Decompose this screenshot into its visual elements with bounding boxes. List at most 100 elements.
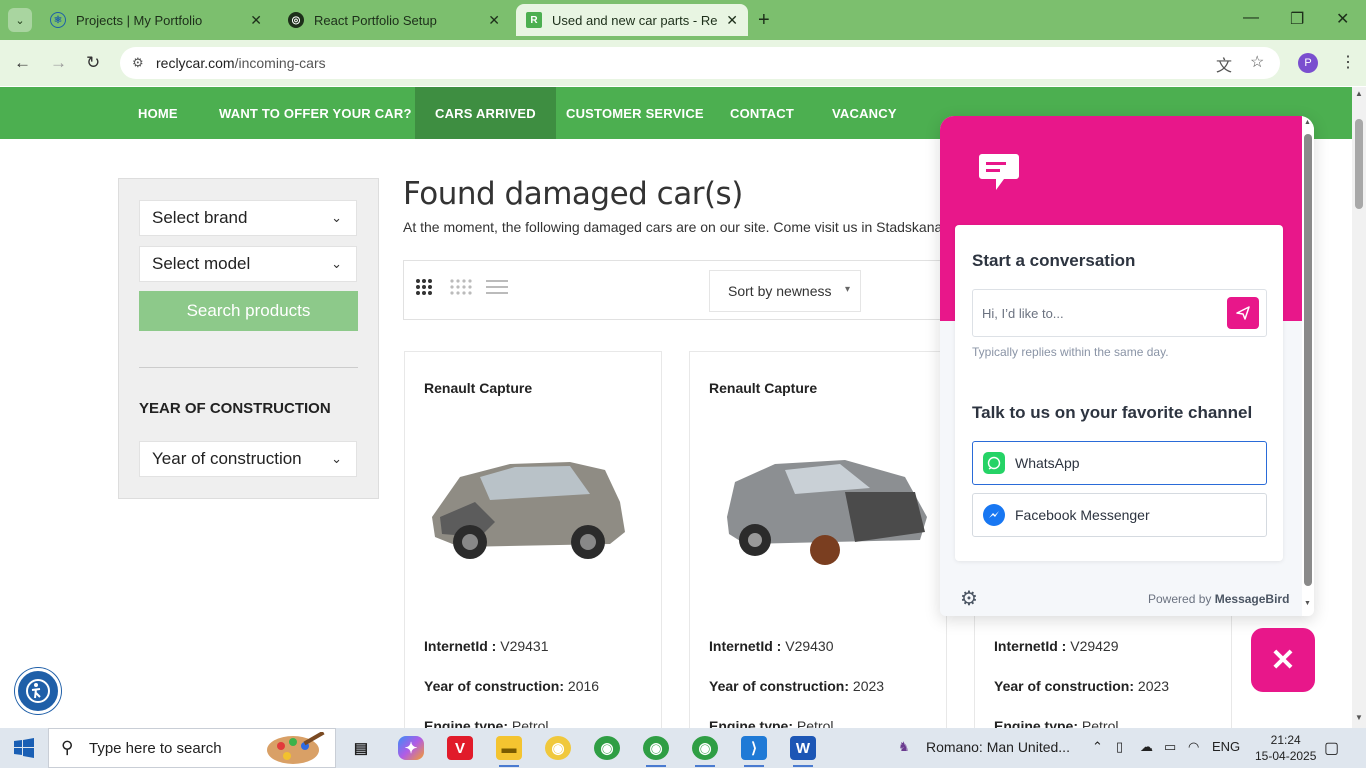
model-select[interactable]: Select model ⌄ xyxy=(139,246,357,282)
grid-3-view-icon[interactable] xyxy=(416,279,432,300)
onedrive-icon[interactable]: ☁ xyxy=(1140,739,1153,755)
url-host: reclycar.com xyxy=(156,55,235,71)
list-view-icon[interactable] xyxy=(486,279,508,300)
internet-id-value: V29429 xyxy=(1070,638,1119,654)
sort-select[interactable]: Sort by newness ▾ xyxy=(709,270,861,312)
scroll-up-icon[interactable]: ▲ xyxy=(1355,89,1363,98)
internet-id-value: V29430 xyxy=(785,638,834,654)
restore-icon[interactable]: ❐ xyxy=(1290,9,1304,29)
nav-vacancy[interactable]: VACANCY xyxy=(832,87,897,139)
close-window-icon[interactable]: ✕ xyxy=(1336,9,1349,29)
copilot-icon[interactable]: ✦ xyxy=(398,736,424,760)
tab-react-setup[interactable]: ◎ React Portfolio Setup ✕ xyxy=(278,4,510,36)
clock-date: 15-04-2025 xyxy=(1255,749,1317,763)
year-value: 2016 xyxy=(567,678,600,694)
taskbar-search-box[interactable]: ⚲ Type here to search xyxy=(48,728,336,768)
wifi-icon[interactable]: ◠ xyxy=(1188,739,1199,755)
scroll-up-icon[interactable]: ▲ xyxy=(1304,119,1311,126)
scroll-down-icon[interactable]: ▼ xyxy=(1355,713,1363,722)
accessibility-icon xyxy=(26,679,50,703)
messagebird-logo-icon xyxy=(979,154,1019,190)
battery-icon[interactable]: ▭ xyxy=(1164,739,1176,755)
browser-tab-strip: ⌄ ⚛ Projects | My Portfolio ✕ ◎ React Po… xyxy=(0,0,1366,40)
tab-reclycar[interactable]: R Used and new car parts - Reclyc ✕ xyxy=(516,4,748,36)
vscode-icon[interactable]: ⟩ xyxy=(741,736,767,767)
whatsapp-channel-button[interactable]: WhatsApp xyxy=(972,441,1267,485)
conversation-card: Start a conversation Hi, I’d like to... … xyxy=(955,225,1283,561)
close-chat-button[interactable]: ✕ xyxy=(1251,628,1315,692)
news-icon[interactable]: ♞ xyxy=(898,739,910,755)
send-button[interactable] xyxy=(1227,297,1259,329)
nav-home[interactable]: HOME xyxy=(138,87,178,139)
chat-scrollbar[interactable]: ▲ ▼ xyxy=(1302,116,1314,616)
word-icon[interactable]: W xyxy=(790,736,816,767)
close-tab-icon[interactable]: ✕ xyxy=(488,12,500,29)
site-settings-icon[interactable]: ⚙ xyxy=(132,55,144,71)
profile-avatar[interactable]: P xyxy=(1298,53,1318,73)
close-tab-icon[interactable]: ✕ xyxy=(250,12,262,29)
url-bar[interactable]: ⚙ reclycar.com/incoming-cars xyxy=(120,47,1280,79)
language-indicator[interactable]: ENG xyxy=(1212,739,1240,754)
minimize-icon[interactable]: — xyxy=(1243,9,1259,27)
meet-now-icon[interactable]: ▯ xyxy=(1116,739,1123,755)
product-name[interactable]: Renault Capture xyxy=(424,380,532,396)
grid-4-view-icon[interactable] xyxy=(450,279,472,300)
chrome-icon[interactable]: ◉ xyxy=(594,736,620,760)
clock[interactable]: 21:24 15-04-2025 xyxy=(1255,732,1316,764)
scrollbar-thumb[interactable] xyxy=(1355,119,1363,209)
settings-gear-icon[interactable]: ⚙ xyxy=(960,586,978,611)
product-card[interactable]: Renault Capture InternetId : V29430 Year… xyxy=(689,351,947,741)
chat-widget: Start a conversation Hi, I’d like to... … xyxy=(940,116,1314,616)
divider xyxy=(139,367,358,368)
new-tab-plus-icon[interactable]: + xyxy=(758,9,770,32)
product-name[interactable]: Renault Capture xyxy=(709,380,817,396)
tab-search-icon[interactable]: ⌄ xyxy=(8,8,32,32)
product-card[interactable]: Renault Capture InternetId : V29431 Year… xyxy=(404,351,662,741)
translate-icon[interactable]: 文 xyxy=(1216,52,1232,76)
file-explorer-icon[interactable]: ▬ xyxy=(496,736,522,767)
scrollbar-thumb[interactable] xyxy=(1304,134,1312,586)
scroll-down-icon[interactable]: ▼ xyxy=(1304,600,1311,607)
news-widget[interactable]: Romano: Man United... xyxy=(926,739,1070,755)
year-label: Year of construction: xyxy=(709,678,850,694)
accessibility-button[interactable] xyxy=(15,668,61,714)
notification-icon[interactable]: ▢ xyxy=(1324,738,1339,758)
taskbar-search-placeholder: Type here to search xyxy=(89,739,222,757)
nav-offer-car[interactable]: WANT TO OFFER YOUR CAR? xyxy=(219,87,412,139)
nav-contact[interactable]: CONTACT xyxy=(730,87,794,139)
chevron-down-icon: ⌄ xyxy=(331,210,342,225)
browser-icon[interactable]: ◉ xyxy=(545,736,571,760)
powered-prefix: Powered by xyxy=(1148,592,1212,606)
back-arrow-icon[interactable]: ← xyxy=(14,53,31,73)
task-view-icon[interactable]: ▤ xyxy=(348,736,374,760)
tab-projects[interactable]: ⚛ Projects | My Portfolio ✕ xyxy=(40,4,272,36)
bookmark-star-icon[interactable]: ☆ xyxy=(1250,52,1264,72)
page-scrollbar[interactable]: ▲ ▼ xyxy=(1352,87,1366,728)
brand-select[interactable]: Select brand ⌄ xyxy=(139,200,357,236)
reload-icon[interactable]: ↻ xyxy=(86,53,100,73)
nav-customer-service[interactable]: CUSTOMER SERVICE xyxy=(566,87,704,139)
forward-arrow-icon[interactable]: → xyxy=(50,53,67,73)
windows-start-icon[interactable] xyxy=(14,738,34,758)
internet-id-label: InternetId : xyxy=(994,638,1067,654)
vivaldi-icon[interactable]: V xyxy=(447,736,473,760)
chrome-profile-icon[interactable]: ◉ xyxy=(643,736,669,767)
close-tab-icon[interactable]: ✕ xyxy=(726,12,738,29)
show-hidden-icons-icon[interactable]: ⌃ xyxy=(1092,739,1103,755)
damaged-car-image[interactable] xyxy=(705,422,930,582)
year-select[interactable]: Year of construction ⌄ xyxy=(139,441,357,477)
messenger-channel-button[interactable]: Facebook Messenger xyxy=(972,493,1267,537)
more-menu-icon[interactable]: ⋮ xyxy=(1340,52,1356,72)
chevron-down-icon: ▾ xyxy=(844,284,850,295)
paint-palette-icon xyxy=(267,732,325,764)
chevron-down-icon: ⌄ xyxy=(331,451,342,466)
messenger-icon xyxy=(983,504,1005,526)
search-products-button[interactable]: Search products xyxy=(139,291,358,331)
start-conversation-title: Start a conversation xyxy=(972,251,1136,270)
damaged-car-image[interactable] xyxy=(420,422,645,582)
chrome-active-icon[interactable]: ◉ xyxy=(692,736,718,767)
chat-message-input[interactable]: Hi, I’d like to... xyxy=(972,289,1267,337)
nav-cars-arrived[interactable]: CARS ARRIVED xyxy=(415,87,556,139)
search-icon: ⚲ xyxy=(61,738,74,757)
intro-text: At the moment, the following damaged car… xyxy=(403,219,951,235)
